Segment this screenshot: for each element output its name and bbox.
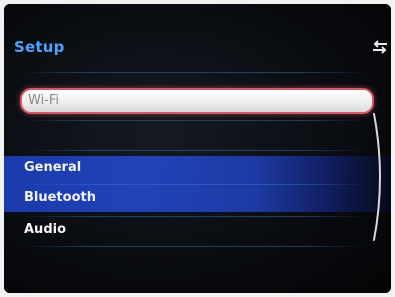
divider [20,216,370,217]
back-button[interactable] [372,40,388,54]
scrollbar[interactable] [372,112,386,242]
back-arrows-icon [373,40,387,54]
divider [20,72,370,73]
divider [20,120,370,121]
divider [20,246,370,247]
menu-item-bluetooth[interactable]: Bluetooth [24,190,96,205]
page-title: Setup [14,38,65,56]
menu-item-audio[interactable]: Audio [24,222,66,237]
menu-item-wifi[interactable]: Wi-Fi [20,88,374,114]
menu-item-label: Wi-Fi [28,93,60,108]
menu-item-general[interactable]: General [24,160,81,175]
divider [20,150,370,151]
setup-screen: Setup Wi-Fi General Bluetooth Audio [4,4,391,293]
display-bezel: Setup Wi-Fi General Bluetooth Audio [4,4,391,293]
divider [20,184,370,185]
